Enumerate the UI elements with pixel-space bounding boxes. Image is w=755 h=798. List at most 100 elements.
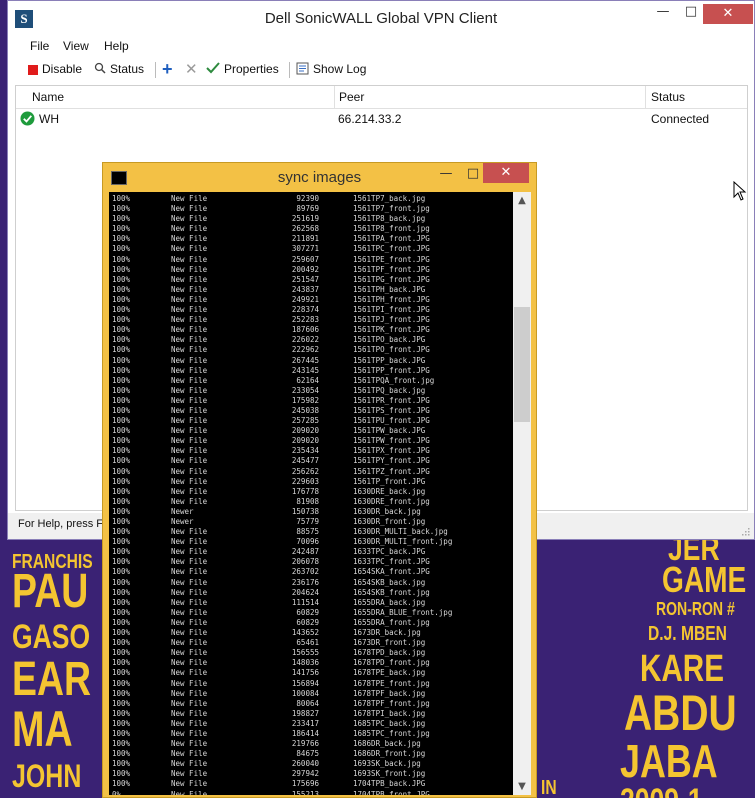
line-size: 222962	[291, 345, 319, 355]
console-line: 100% Newer 75779 1630DR_front.jpg	[109, 517, 513, 527]
line-size: 100084	[291, 688, 319, 698]
properties-button[interactable]: Properties	[206, 62, 279, 77]
line-filename: 1561TPO_back.JPG	[353, 335, 426, 345]
console-line: 100% New File 251547 1561TPG_front.JPG	[109, 275, 513, 285]
line-filename: 1685TPC_back.jpg	[353, 718, 426, 728]
maximize-button[interactable]: □	[676, 1, 706, 23]
show-log-button[interactable]: Show Log	[296, 62, 366, 78]
line-size: 84675	[296, 749, 319, 759]
console-line: 100% New File 206078 1633TPC_front.JPG	[109, 557, 513, 567]
line-filename: 1678TPI_back.jpg	[353, 708, 426, 718]
status-button[interactable]: Status	[94, 62, 144, 77]
line-filename: 1673DR_back.jpg	[353, 628, 421, 638]
line-percent: 100%	[112, 617, 131, 627]
console-line: 0% New File 155213 1704TPB_front.JPG	[109, 790, 513, 795]
line-percent: 100%	[112, 264, 131, 274]
wallpaper-text: GAME	[662, 559, 747, 600]
line-action: New File	[171, 617, 208, 627]
line-percent: 100%	[112, 395, 131, 405]
line-size: 148036	[291, 658, 319, 668]
line-size: 92390	[296, 194, 319, 203]
connection-peer: 66.214.33.2	[338, 112, 402, 126]
add-connection-button[interactable]: +	[162, 59, 173, 80]
line-size: 252283	[291, 315, 319, 325]
toolbar-separator	[289, 62, 290, 78]
column-header-status[interactable]: Status	[651, 90, 685, 104]
line-percent: 100%	[112, 718, 131, 728]
console-minimize-button[interactable]: —	[431, 163, 461, 185]
console-line: 100% New File 252283 1561TPJ_front.JPG	[109, 315, 513, 325]
console-scrollbar[interactable]: ▲ ▼	[513, 192, 531, 795]
line-action: New File	[171, 345, 208, 355]
line-percent: 100%	[112, 739, 131, 749]
line-percent: 100%	[112, 456, 131, 466]
wallpaper-text: KARE	[640, 648, 724, 690]
delete-connection-button[interactable]: ✕	[185, 60, 198, 78]
connection-status: Connected	[651, 112, 710, 126]
menu-view[interactable]: View	[63, 39, 89, 53]
line-filename: 1561TPE_front.JPG	[353, 254, 430, 264]
console-line: 100% New File 307271 1561TPC_front.JPG	[109, 244, 513, 254]
column-divider[interactable]	[334, 86, 335, 108]
line-percent: 100%	[112, 557, 131, 567]
close-button[interactable]: ✕	[703, 4, 753, 24]
console-title-bar[interactable]: sync images — □ ✕	[103, 163, 536, 191]
line-size: 175982	[291, 395, 319, 405]
line-size: 111514	[291, 597, 319, 607]
line-filename: 1630DRE_front.jpg	[353, 496, 430, 506]
console-close-button[interactable]: ✕	[483, 163, 529, 183]
line-action: New File	[171, 739, 208, 749]
column-divider[interactable]	[645, 86, 646, 108]
scroll-down-button[interactable]: ▼	[513, 778, 531, 795]
minimize-button[interactable]: —	[648, 1, 678, 23]
scroll-thumb[interactable]	[514, 307, 530, 422]
console-line: 100% New File 257285 1561TPU_front.JPG	[109, 416, 513, 426]
line-percent: 100%	[112, 638, 131, 648]
line-filename: 1654SKB_front.jpg	[353, 587, 430, 597]
line-percent: 100%	[112, 466, 131, 476]
line-percent: 100%	[112, 244, 131, 254]
line-size: 262568	[291, 224, 319, 234]
line-size: 229603	[291, 476, 319, 486]
line-filename: 1686DR_front.jpg	[353, 749, 426, 759]
line-action: New File	[171, 486, 208, 496]
line-action: New File	[171, 355, 208, 365]
column-header-peer[interactable]: Peer	[339, 90, 364, 104]
line-filename: 1655DRA_back.jpg	[353, 597, 426, 607]
wallpaper-text: JABA	[620, 735, 718, 787]
line-filename: 1561TP8_back.jpg	[353, 214, 426, 224]
line-size: 209020	[291, 426, 319, 436]
wallpaper-text: MA	[12, 701, 73, 757]
line-action: New File	[171, 315, 208, 325]
console-output[interactable]: 100% New File 92390 1561TP7_back.jpg 100% New…	[109, 192, 513, 795]
line-filename: 1561TPX_front.JPG	[353, 446, 430, 456]
menu-help[interactable]: Help	[104, 39, 129, 53]
console-line: 100% New File 245038 1561TPS_front.JPG	[109, 406, 513, 416]
stop-icon	[28, 64, 38, 75]
line-filename: 1561TPG_front.JPG	[353, 274, 430, 284]
menu-file[interactable]: File	[30, 39, 49, 53]
console-line: 100% New File 84675 1686DR_front.jpg	[109, 749, 513, 759]
line-filename: 1561TPS_front.JPG	[353, 405, 430, 415]
line-action: New File	[171, 718, 208, 728]
line-percent: 100%	[112, 254, 131, 264]
disable-button[interactable]: Disable	[28, 62, 82, 76]
line-size: 65461	[296, 638, 319, 648]
resize-grip-icon[interactable]	[740, 526, 750, 536]
line-percent: 100%	[112, 305, 131, 315]
line-filename: 1561TPH_front.JPG	[353, 294, 430, 304]
line-action: New File	[171, 234, 208, 244]
line-action: Newer	[171, 506, 194, 516]
line-action: New File	[171, 779, 208, 789]
mouse-cursor-icon	[733, 180, 747, 201]
line-percent: 100%	[112, 759, 131, 769]
line-size: 70096	[296, 537, 319, 547]
line-action: Newer	[171, 517, 194, 526]
scroll-up-button[interactable]: ▲	[513, 192, 531, 209]
console-line: 100% New File 100084 1678TPF_back.jpg	[109, 689, 513, 699]
line-action: New File	[171, 335, 208, 345]
column-header-name[interactable]: Name	[32, 90, 64, 104]
table-row[interactable]: WH 66.214.33.2 Connected	[16, 108, 747, 130]
title-bar[interactable]: S Dell SonicWALL Global VPN Client — □ ✕	[8, 1, 754, 37]
line-filename: 1561TPQ_back.jpg	[353, 385, 426, 395]
